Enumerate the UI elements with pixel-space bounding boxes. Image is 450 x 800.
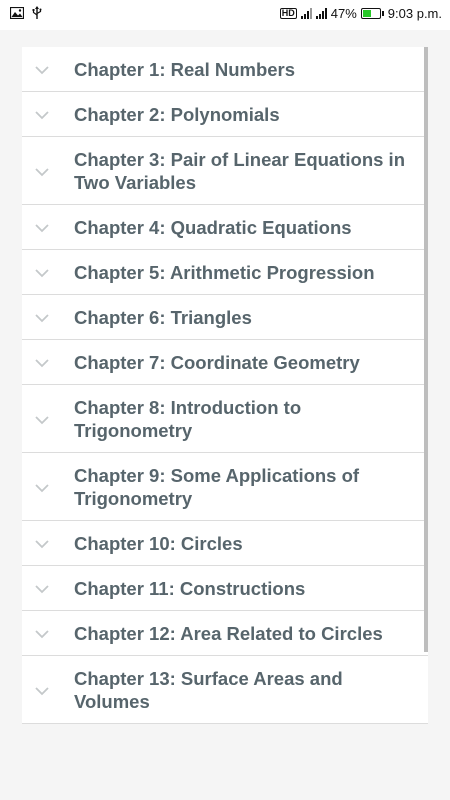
chevron-down-icon <box>34 311 50 323</box>
chapter-label: Chapter 9: Some Applications of Trigonom… <box>74 464 360 509</box>
chapter-label: Chapter 7: Coordinate Geometry <box>74 351 360 373</box>
scrollbar[interactable] <box>424 47 428 652</box>
chapter-label: Chapter 6: Triangles <box>74 306 252 328</box>
hd-badge: HD <box>279 8 297 19</box>
chevron-down-icon <box>34 413 50 425</box>
chevron-down-icon <box>34 266 50 278</box>
chapter-item-4[interactable]: Chapter 4: Quadratic Equations <box>22 205 428 250</box>
chapter-item-13[interactable]: Chapter 13: Surface Areas and Volumes <box>22 656 428 724</box>
usb-icon <box>32 6 42 23</box>
chapter-item-7[interactable]: Chapter 7: Coordinate Geometry <box>22 340 428 385</box>
chapter-item-10[interactable]: Chapter 10: Circles <box>22 521 428 566</box>
status-bar-right: HD 47% 9:03 p.m. <box>279 6 442 21</box>
chevron-down-icon <box>34 221 50 233</box>
chapter-item-1[interactable]: Chapter 1: Real Numbers <box>22 47 428 92</box>
clock: 9:03 p.m. <box>387 6 442 21</box>
battery-icon <box>360 8 384 19</box>
chevron-down-icon <box>34 356 50 368</box>
chapter-item-6[interactable]: Chapter 6: Triangles <box>22 295 428 340</box>
chapter-label: Chapter 2: Polynomials <box>74 103 280 125</box>
chapter-label: Chapter 13: Surface Areas and Volumes <box>74 667 343 712</box>
chapter-list: Chapter 1: Real Numbers Chapter 2: Polyn… <box>22 47 428 724</box>
chapter-item-5[interactable]: Chapter 5: Arithmetic Progression <box>22 250 428 295</box>
chevron-down-icon <box>34 537 50 549</box>
signal-strength-icon <box>300 8 312 19</box>
chapter-item-11[interactable]: Chapter 11: Constructions <box>22 566 428 611</box>
status-bar-left <box>9 6 42 23</box>
chapter-item-8[interactable]: Chapter 8: Introduction to Trigonometry <box>22 385 428 453</box>
signal-strength-icon-2 <box>315 8 327 19</box>
chapter-label: Chapter 11: Constructions <box>74 577 306 599</box>
chapter-item-2[interactable]: Chapter 2: Polynomials <box>22 92 428 137</box>
chapter-label: Chapter 8: Introduction to Trigonometry <box>74 396 302 441</box>
chevron-down-icon <box>34 63 50 75</box>
chapter-label: Chapter 10: Circles <box>74 532 243 554</box>
chapter-item-12[interactable]: Chapter 12: Area Related to Circles <box>22 611 428 656</box>
chapter-label: Chapter 1: Real Numbers <box>74 58 296 80</box>
chapter-item-3[interactable]: Chapter 3: Pair of Linear Equations in T… <box>22 137 428 205</box>
chevron-down-icon <box>34 582 50 594</box>
chapter-label: Chapter 5: Arithmetic Progression <box>74 261 375 283</box>
battery-fill <box>362 10 371 17</box>
image-icon <box>9 6 25 22</box>
chapter-label: Chapter 4: Quadratic Equations <box>74 216 352 238</box>
chevron-down-icon <box>34 481 50 493</box>
chevron-down-icon <box>34 684 50 696</box>
status-bar: HD 47% 9:03 p.m. <box>0 0 450 30</box>
chapter-label: Chapter 3: Pair of Linear Equations in T… <box>74 148 405 193</box>
battery-percent: 47% <box>330 6 357 21</box>
chevron-down-icon <box>34 108 50 120</box>
chevron-down-icon <box>34 627 50 639</box>
chapter-label: Chapter 12: Area Related to Circles <box>74 622 383 644</box>
chapter-item-9[interactable]: Chapter 9: Some Applications of Trigonom… <box>22 453 428 521</box>
chevron-down-icon <box>34 165 50 177</box>
